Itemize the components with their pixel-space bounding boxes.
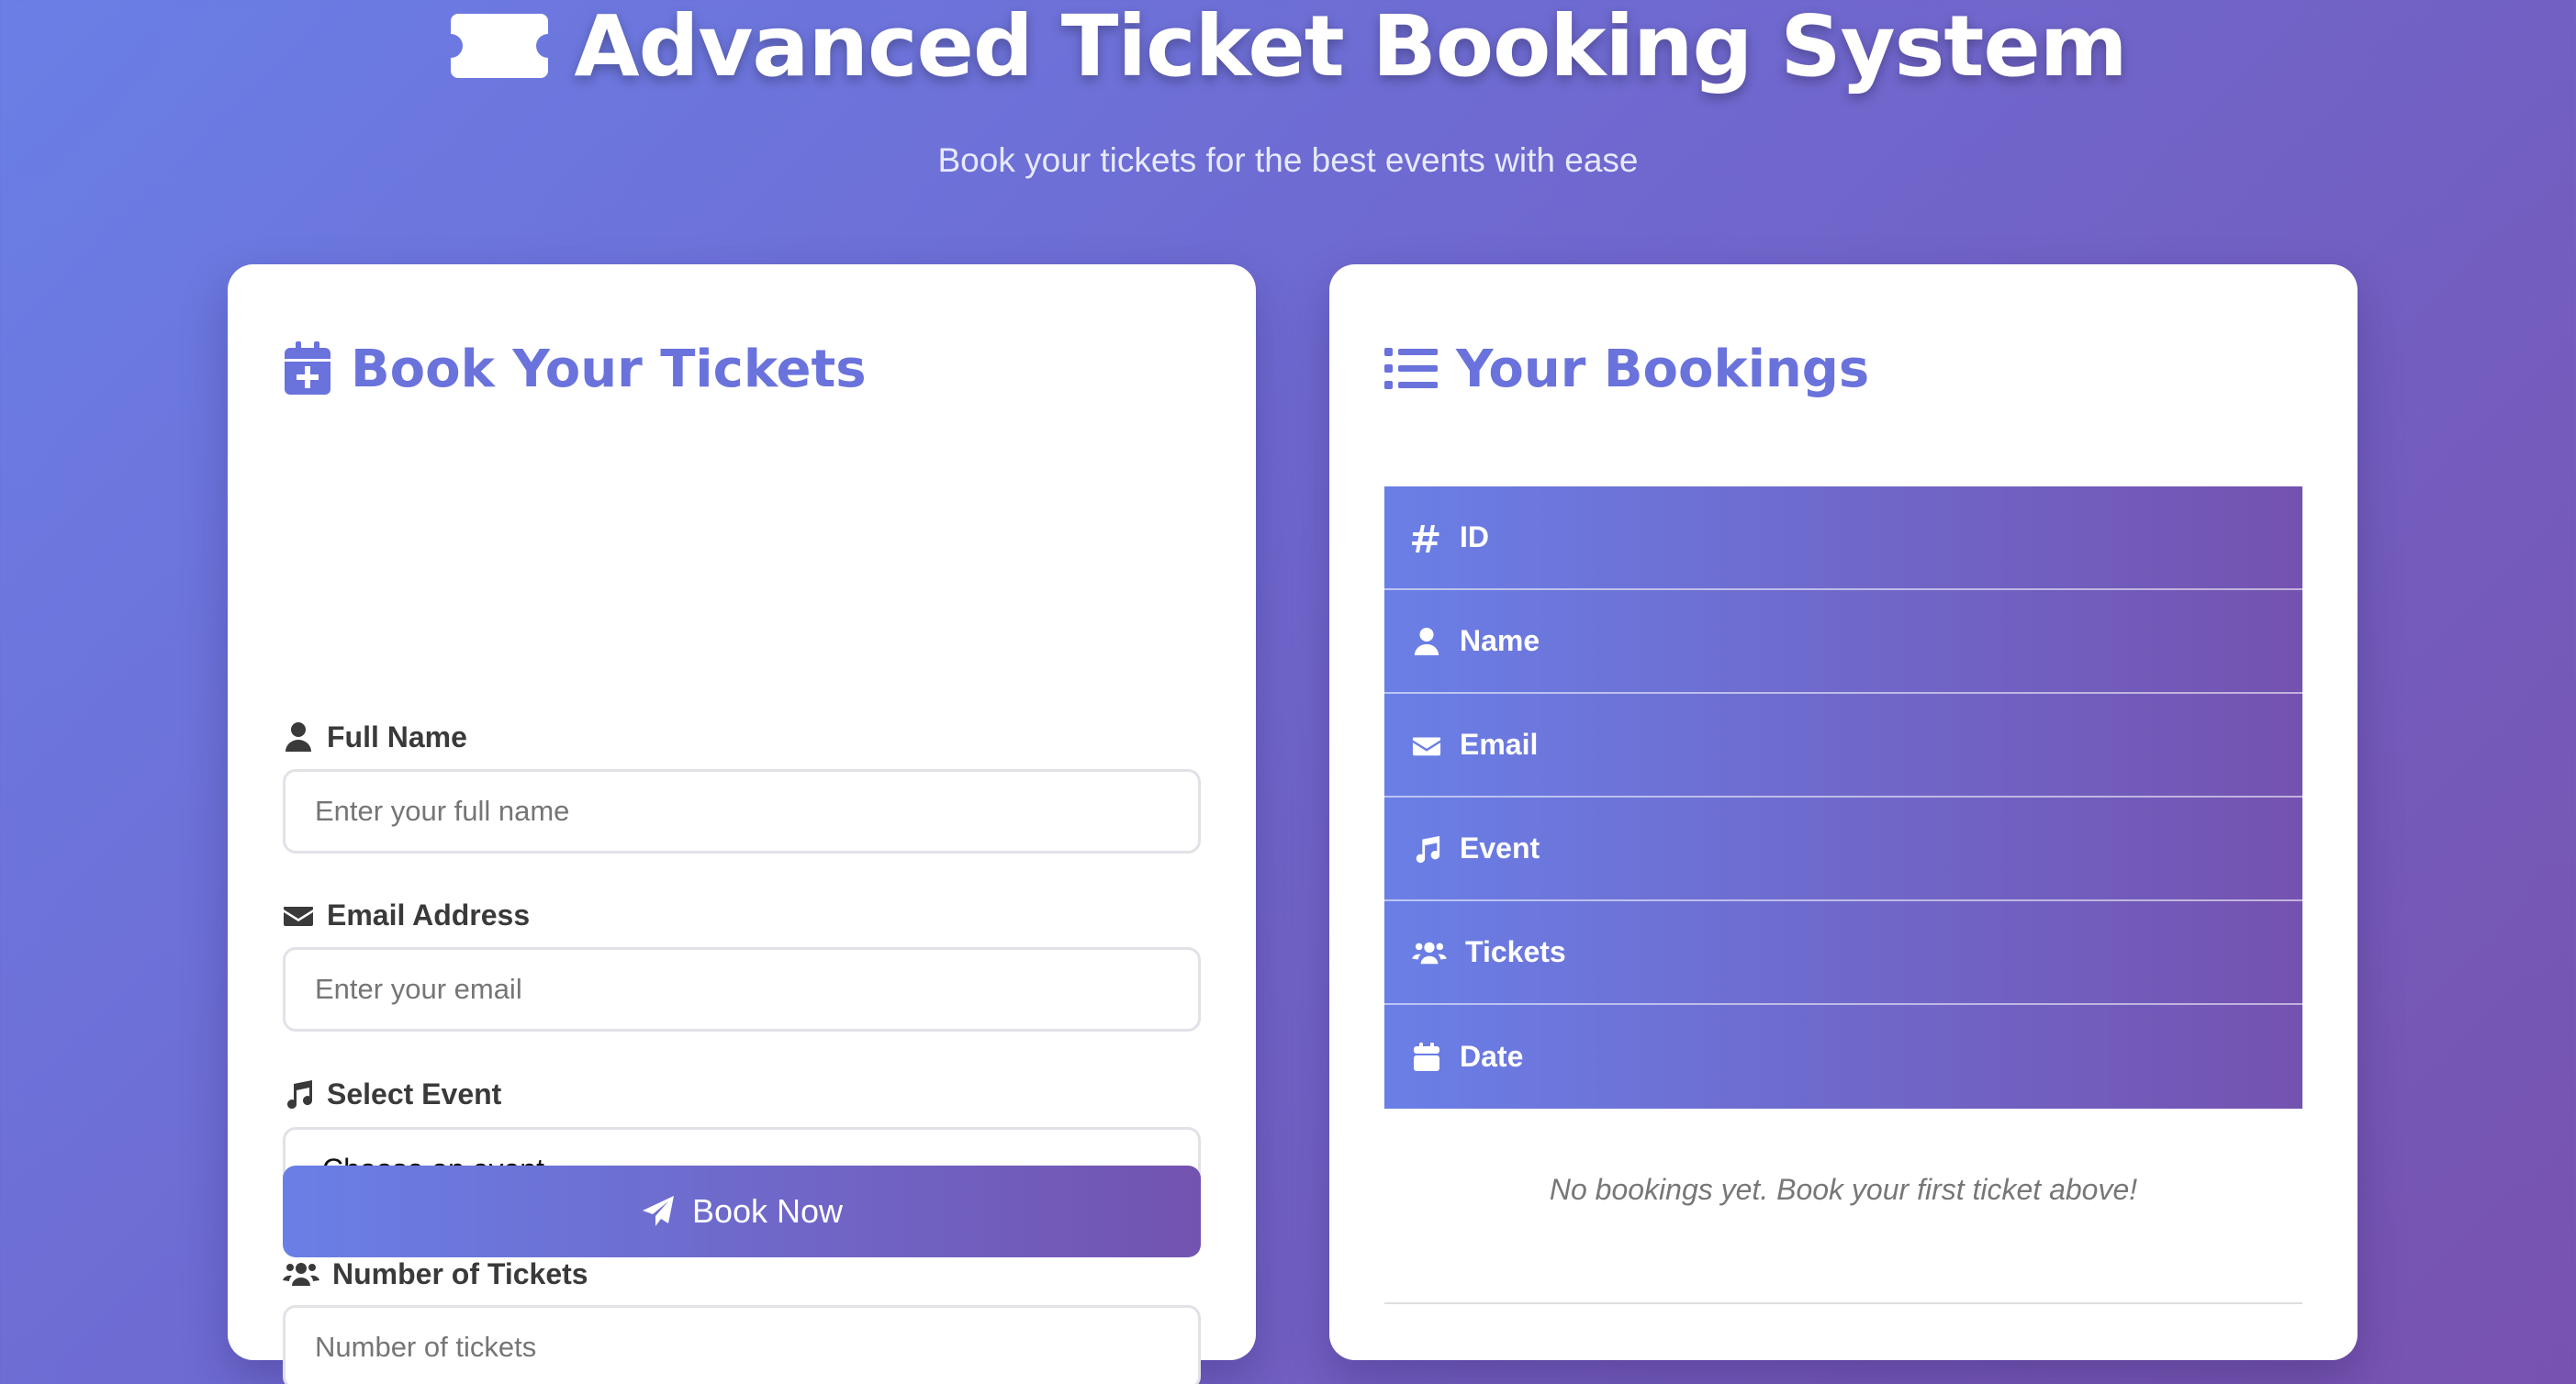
full-name-label: Full Name [283,714,467,760]
page-title: Advanced Ticket Booking System [0,0,2576,95]
users-icon [1412,942,1447,964]
number-of-tickets-label: Number of Tickets [283,1251,588,1297]
list-icon [1384,348,1438,389]
bookings-title-text: Your Bookings [1456,339,1870,399]
page-title-text: Advanced Ticket Booking System [574,0,2127,95]
bookings-table: ID Name Email Event Tickets Date [1384,486,2302,1109]
full-name-input[interactable]: Enter your full name [283,769,1201,854]
column-header-name[interactable]: Name [1384,590,2302,694]
envelope-icon [1412,737,1441,755]
column-header-tickets[interactable]: Tickets [1384,901,2302,1005]
music-icon [1416,835,1440,863]
booking-form-title-text: Book Your Tickets [351,339,867,399]
column-header-id[interactable]: ID [1384,486,2302,590]
paper-plane-icon [642,1196,674,1226]
column-header-email[interactable]: Email [1384,694,2302,798]
email-label: Email Address [283,892,530,938]
book-now-button[interactable]: Book Now [283,1166,1201,1257]
bookings-title: Your Bookings [1384,332,1869,406]
ticket-icon [451,14,549,78]
column-header-event[interactable]: Event [1384,798,2302,901]
user-icon [286,722,311,752]
column-header-date[interactable]: Date [1384,1005,2302,1109]
envelope-icon [284,907,313,926]
table-divider [1384,1302,2302,1304]
email-input[interactable]: Enter your email [283,947,1201,1032]
select-event-label: Select Event [283,1071,501,1117]
music-icon [287,1080,313,1110]
calendar-plus-icon [285,341,330,395]
users-icon [283,1263,319,1286]
bookings-card: Your Bookings ID Name Email Event Ticket… [1329,264,2358,1360]
hashtag-icon [1412,524,1439,552]
calendar-icon [1414,1042,1439,1071]
empty-bookings-message: No bookings yet. Book your first ticket … [1549,1173,2138,1206]
page-subtitle: Book your tickets for the best events wi… [937,141,1639,179]
user-icon [1414,627,1439,655]
booking-form-title: Book Your Tickets [283,332,867,406]
number-of-tickets-input[interactable]: Number of tickets [283,1305,1201,1384]
